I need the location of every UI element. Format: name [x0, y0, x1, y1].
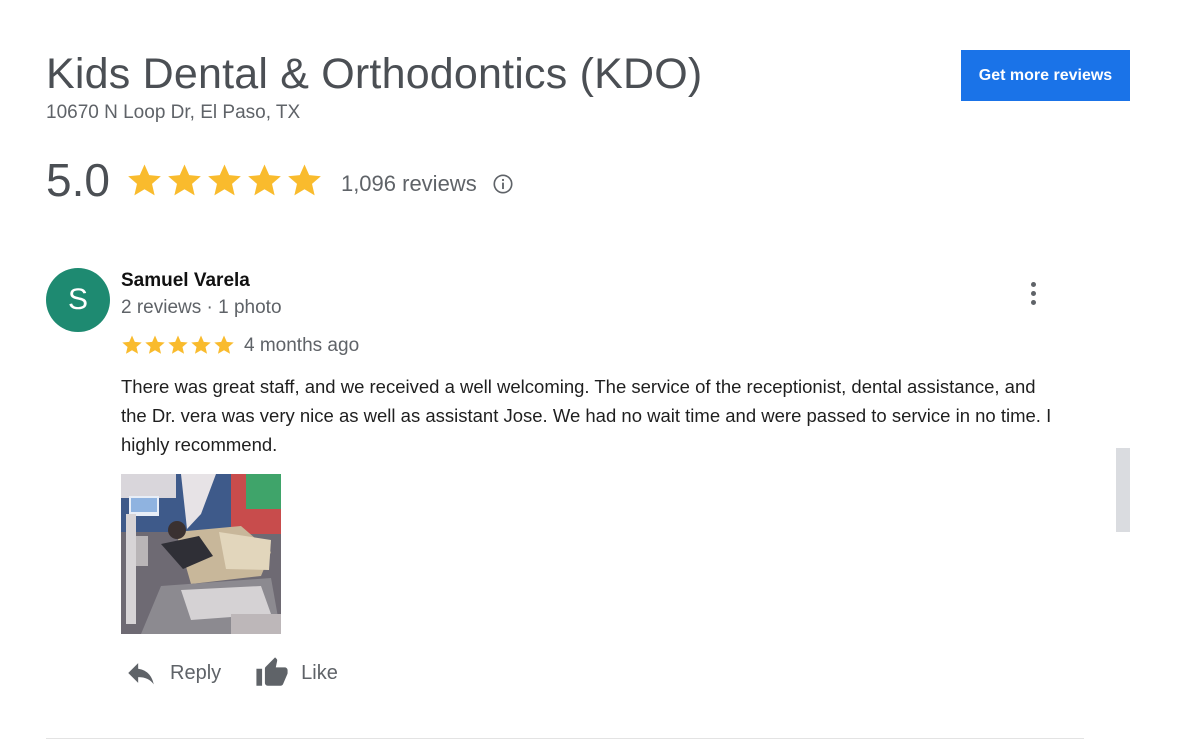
reply-label: Reply: [170, 661, 222, 684]
reviewer-meta: 2 reviews · 1 photo: [121, 297, 282, 318]
like-button[interactable]: Like: [255, 656, 338, 690]
rating-summary: 5.0 1,096 reviews: [46, 152, 514, 208]
dental-office-photo: [121, 474, 281, 634]
star-icon: [208, 163, 241, 195]
scrollbar-thumb[interactable]: [1116, 448, 1130, 532]
reviewer-name[interactable]: Samuel Varela: [121, 270, 250, 292]
star-icon: [214, 335, 234, 354]
star-icon: [128, 163, 161, 195]
get-more-reviews-button[interactable]: Get more reviews: [961, 50, 1130, 101]
review-actions: Reply Like: [124, 656, 372, 690]
review-stars: [121, 334, 235, 356]
business-address: 10670 N Loop Dr, El Paso, TX: [46, 102, 301, 123]
reviews-page: Kids Dental & Orthodontics (KDO) 10670 N…: [0, 0, 1184, 754]
more-vert-icon[interactable]: [1021, 278, 1045, 308]
review-photo[interactable]: [121, 474, 281, 634]
avatar[interactable]: S: [46, 268, 110, 332]
info-icon[interactable]: [492, 173, 514, 195]
thumbs-up-icon: [256, 657, 288, 686]
reply-button[interactable]: Reply: [124, 656, 221, 690]
like-label: Like: [301, 661, 338, 684]
review-time: 4 months ago: [244, 335, 360, 356]
star-icon: [122, 335, 142, 354]
reply-icon: [128, 663, 154, 685]
review-text: There was great staff, and we received a…: [121, 376, 1052, 455]
star-icon: [168, 163, 201, 195]
star-icon: [191, 335, 211, 354]
business-name: Kids Dental & Orthodontics (KDO): [46, 50, 703, 98]
star-icon: [248, 163, 281, 195]
star-icon: [168, 335, 188, 354]
rating-stars: [126, 162, 323, 199]
rating-value: 5.0: [46, 154, 110, 206]
star-icon: [145, 335, 165, 354]
star-icon: [288, 163, 321, 195]
review-count: 1,096 reviews: [340, 171, 477, 196]
divider: [46, 738, 1084, 739]
